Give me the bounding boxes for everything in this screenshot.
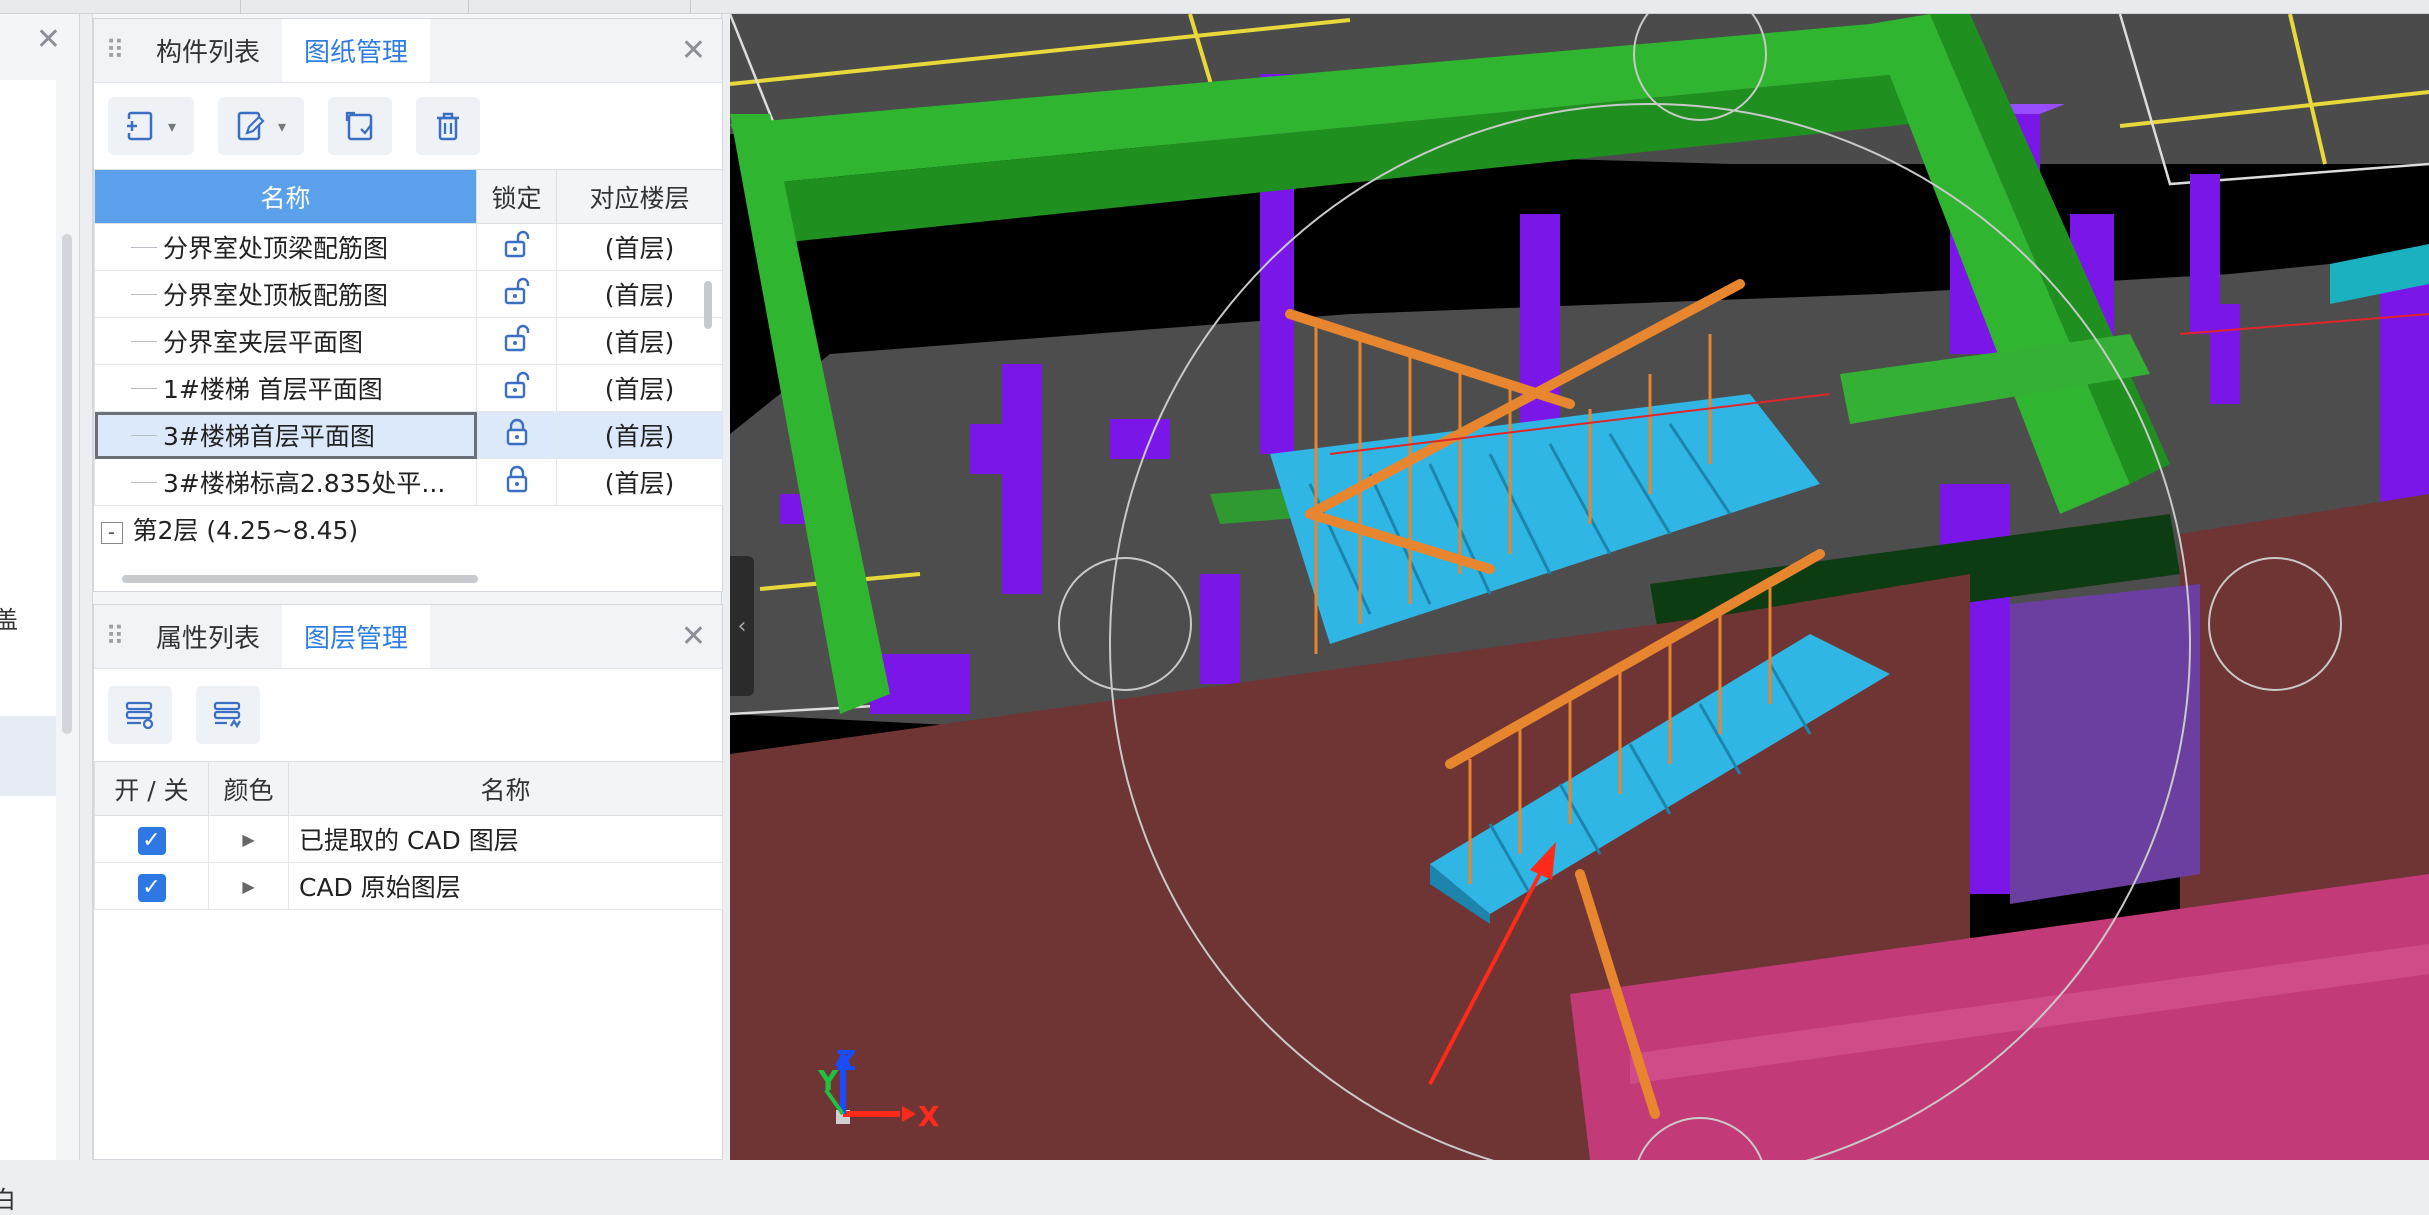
- close-icon[interactable]: ✕: [681, 619, 706, 654]
- dock-panel: ⠿ 构件列表 图纸管理 ✕ ▾ ▾ 名称 锁定 对应楼层 分界室处顶梁配筋图 (…: [92, 14, 723, 1160]
- axis-x-label: X: [918, 1100, 940, 1133]
- collapse-panel-handle[interactable]: ‹: [730, 556, 754, 696]
- drawing-list-scrollbar[interactable]: [704, 281, 712, 329]
- column-header-toggle[interactable]: 开 / 关: [94, 761, 209, 816]
- window-opening: [2010, 584, 2200, 904]
- drawing-name[interactable]: 1#楼梯 首层平面图: [94, 364, 477, 412]
- layer-name[interactable]: 已提取的 CAD 图层: [288, 815, 723, 863]
- drawing-name[interactable]: 分界室处顶梁配筋图: [94, 223, 477, 271]
- layer-settings-button[interactable]: [196, 686, 260, 744]
- left-panel-scrollbar[interactable]: [62, 234, 72, 734]
- tab-drawing-management[interactable]: 图纸管理: [282, 19, 431, 82]
- drag-grip-icon[interactable]: ⠿: [94, 605, 134, 668]
- show-layers-button[interactable]: [108, 686, 172, 744]
- edit-drawing-icon: [228, 104, 272, 148]
- layer-visibility-checkbox[interactable]: ✓: [137, 873, 166, 902]
- drag-grip-icon[interactable]: ⠿: [94, 19, 134, 82]
- tab-property-list[interactable]: 属性列表: [134, 605, 282, 668]
- drawing-panel-tabbar: ⠿ 构件列表 图纸管理 ✕: [94, 19, 722, 83]
- floor-group-row[interactable]: - 第2层 (4.25~8.45): [95, 506, 723, 553]
- show-layers-icon: [118, 693, 162, 737]
- lock-open-icon[interactable]: [476, 364, 557, 412]
- table-row[interactable]: 分界室处顶板配筋图 (首层): [94, 270, 723, 318]
- drawing-floor: (首层): [556, 364, 723, 412]
- tab-component-list[interactable]: 构件列表: [134, 19, 282, 82]
- copy-drawing-icon: [338, 104, 382, 148]
- layer-management-panel: ⠿ 属性列表 图层管理 ✕ 开 / 关 颜色 名称 ✓ ▶ 已提取的 CAD 图…: [93, 604, 723, 1160]
- chevron-down-icon[interactable]: ▾: [278, 117, 294, 136]
- drawing-list-hscrollbar[interactable]: [122, 575, 478, 583]
- collapse-icon[interactable]: -: [100, 522, 123, 545]
- table-row[interactable]: 1#楼梯 首层平面图 (首层): [94, 364, 723, 412]
- edit-drawing-button[interactable]: ▾: [218, 97, 304, 155]
- layer-panel-tabbar: ⠿ 属性列表 图层管理 ✕: [94, 605, 722, 669]
- column-header-floor[interactable]: 对应楼层: [556, 169, 723, 224]
- layer-settings-icon: [206, 693, 250, 737]
- table-row[interactable]: 分界室处顶梁配筋图 (首层): [94, 223, 723, 271]
- delete-icon: [426, 104, 470, 148]
- delete-drawing-button[interactable]: [416, 97, 480, 155]
- lock-open-icon[interactable]: [476, 317, 557, 365]
- layer-toolbar: [94, 669, 722, 761]
- left-panel-body: 盖 白: [0, 80, 56, 1214]
- table-row[interactable]: 分界室夹层平面图 (首层): [94, 317, 723, 365]
- column-header-layer-name[interactable]: 名称: [288, 761, 723, 816]
- close-icon[interactable]: ✕: [681, 33, 706, 68]
- add-drawing-button[interactable]: ▾: [108, 97, 194, 155]
- column-header-name[interactable]: 名称: [94, 169, 477, 224]
- lock-closed-icon[interactable]: [476, 458, 557, 506]
- table-row[interactable]: 3#楼梯标高2.835处平... (首层): [94, 458, 723, 506]
- drawing-floor: (首层): [556, 411, 723, 459]
- 3d-scene[interactable]: X Y Z: [730, 14, 2429, 1160]
- table-row[interactable]: ✓ ▶ CAD 原始图层: [94, 862, 723, 910]
- drawing-name[interactable]: 3#楼梯标高2.835处平...: [94, 458, 477, 506]
- layer-name[interactable]: CAD 原始图层: [288, 862, 723, 910]
- drawing-name[interactable]: 分界室夹层平面图: [94, 317, 477, 365]
- drawing-name[interactable]: 分界室处顶板配筋图: [94, 270, 477, 318]
- expand-arrow-icon[interactable]: ▶: [242, 830, 254, 849]
- expand-arrow-icon[interactable]: ▶: [242, 877, 254, 896]
- lock-open-icon[interactable]: [476, 223, 557, 271]
- drawing-floor: (首层): [556, 317, 723, 365]
- left-panel-selected-item[interactable]: [0, 716, 56, 796]
- lock-open-icon[interactable]: [476, 270, 557, 318]
- layer-table: 开 / 关 颜色 名称 ✓ ▶ 已提取的 CAD 图层 ✓ ▶ CAD 原始图层: [94, 761, 723, 910]
- axis-z-label: Z: [836, 1044, 856, 1077]
- 3d-viewport[interactable]: X Y Z: [730, 14, 2429, 1160]
- drawing-floor: (首层): [556, 223, 723, 271]
- drawing-management-panel: ⠿ 构件列表 图纸管理 ✕ ▾ ▾ 名称 锁定 对应楼层 分界室处顶梁配筋图 (…: [93, 18, 723, 592]
- lock-closed-icon[interactable]: [476, 411, 557, 459]
- drawing-floor: (首层): [556, 458, 723, 506]
- chevron-down-icon[interactable]: ▾: [168, 117, 184, 136]
- left-panel-close-icon[interactable]: ✕: [36, 22, 61, 57]
- left-panel: ✕ 盖 白: [0, 14, 80, 1214]
- layer-visibility-checkbox[interactable]: ✓: [137, 826, 166, 855]
- floor-group-label: 第2层 (4.25~8.45): [132, 516, 359, 546]
- column-header-color[interactable]: 颜色: [208, 761, 289, 816]
- table-row[interactable]: ✓ ▶ 已提取的 CAD 图层: [94, 815, 723, 863]
- column-header-lock[interactable]: 锁定: [476, 169, 557, 224]
- drawing-name[interactable]: 3#楼梯首层平面图: [94, 411, 477, 459]
- top-strip: [0, 0, 2429, 14]
- drawing-table: 名称 锁定 对应楼层 分界室处顶梁配筋图 (首层) 分界室处顶板配筋图 (首层) 分界室…: [94, 169, 723, 553]
- drawing-floor: (首层): [556, 270, 723, 318]
- drawing-toolbar: ▾ ▾: [94, 83, 722, 169]
- tab-layer-management[interactable]: 图层管理: [282, 605, 431, 668]
- wall-right: [2180, 494, 2429, 914]
- partial-text: 盖: [0, 606, 18, 634]
- copy-drawing-button[interactable]: [328, 97, 392, 155]
- add-drawing-icon: [118, 104, 162, 148]
- partial-text: 白: [0, 1186, 16, 1214]
- table-row[interactable]: 3#楼梯首层平面图 (首层): [94, 411, 723, 459]
